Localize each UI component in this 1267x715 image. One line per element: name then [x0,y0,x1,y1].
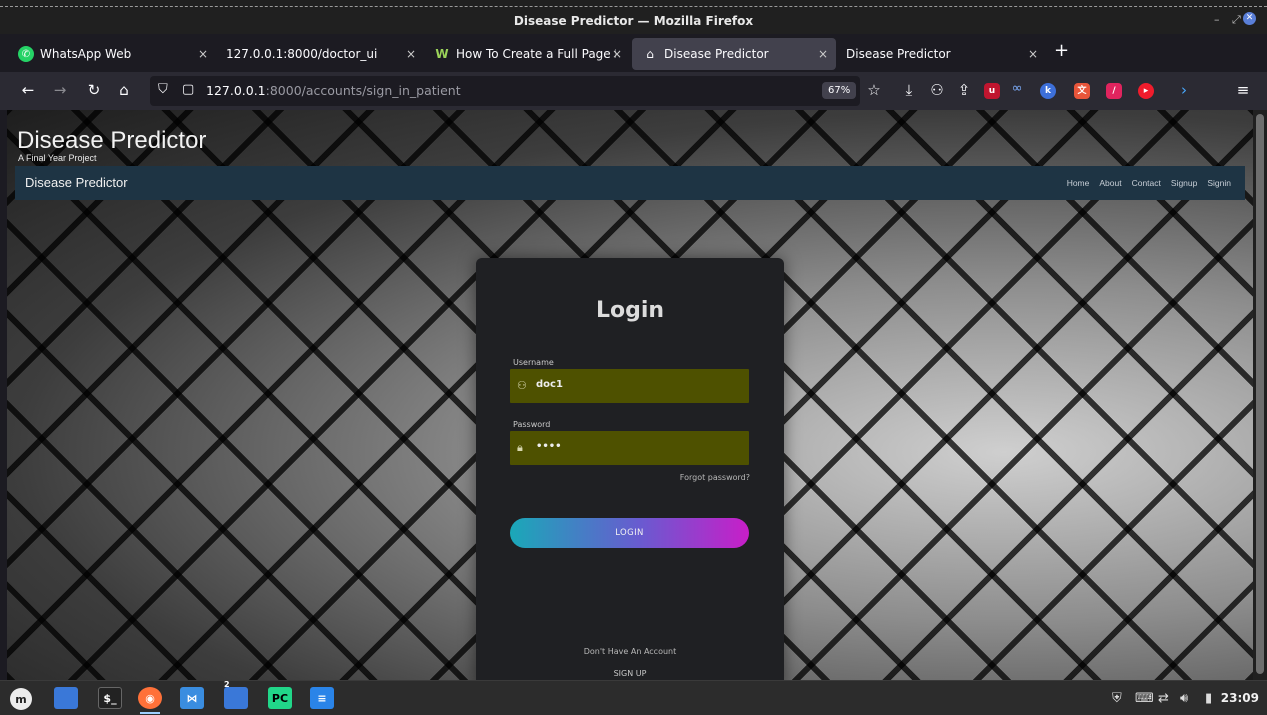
web-page: Disease Predictor A Final Year Project D… [7,110,1253,680]
zoom-indicator[interactable]: 67% [822,82,857,99]
volume-icon[interactable]: 🔊︎ [1180,691,1188,706]
terminal-icon[interactable]: $_ [98,687,122,709]
network-icon[interactable]: ⇄ [1158,691,1169,706]
site-navbar: Disease Predictor Home About Contact Sig… [15,166,1245,200]
password-value: •••• [536,441,562,452]
no-account-text: Don't Have An Account [583,647,677,656]
site-title: Disease Predictor [17,127,207,154]
navbar-links: Home About Contact Signup Signin [1067,178,1231,188]
tab-disease-predictor[interactable]: Disease Predictor × [836,38,1046,70]
firefox-icon[interactable]: ◉ [138,687,162,714]
update-shield-icon[interactable]: ⛨ [1112,691,1122,706]
forward-icon[interactable]: → [50,81,70,99]
account-icon[interactable]: ⚇ [927,81,947,99]
minimize-icon[interactable]: – [1214,13,1220,26]
password-label: Password [513,420,551,429]
youtube-extension-icon[interactable]: ▸ [1138,83,1154,99]
more-extensions-icon[interactable]: › [1174,81,1194,99]
taskbar: m $_ ◉ ⋈ 2 PC ≡ ⛨ ⌨ ⇄ 🔊︎ ▮ 23:09 [0,680,1267,715]
w-logo-icon: W [435,47,449,61]
tab-how-to-create[interactable]: W How To Create a Full Page I × [424,38,630,70]
battery-icon[interactable]: ▮ [1205,691,1212,706]
nav-link-signup[interactable]: Signup [1171,178,1197,188]
downloads-icon[interactable]: ⤓ [899,81,919,99]
scrollbar-thumb[interactable] [1256,114,1264,674]
home-icon: ⌂ [646,47,654,61]
username-value: doc1 [536,379,563,390]
sign-up-link[interactable]: SIGN UP [476,669,784,678]
reload-icon[interactable]: ↻ [84,81,104,99]
tab-disease-predictor-active[interactable]: ⌂ Disease Predictor × [632,38,836,70]
maximize-icon[interactable]: ⤢ [1232,13,1241,27]
translate-icon[interactable]: 文 [1074,83,1090,99]
keyboard-icon[interactable]: ⌨ [1135,691,1154,706]
login-heading: Login [595,298,665,323]
pycharm-icon[interactable]: PC [268,687,292,709]
address-host: 127.0.0.1 [206,83,266,98]
whatsapp-icon: ✆ [18,46,34,62]
home-icon[interactable]: ⌂ [114,81,134,99]
back-icon[interactable]: ← [18,81,38,99]
text-editor-icon[interactable]: ≡ [310,687,334,709]
mint-menu-icon[interactable]: m [10,688,32,710]
nav-link-about[interactable]: About [1099,178,1121,188]
glasses-extension-icon[interactable]: ∞ [1007,81,1027,96]
window-title: Disease Predictor — Mozilla Firefox [513,14,754,28]
tab-close-icon[interactable]: × [406,47,416,61]
address-text[interactable]: 127.0.0.1:8000/accounts/sign_in_patient [206,83,461,98]
nav-link-home[interactable]: Home [1067,178,1090,188]
tab-close-icon[interactable]: × [818,47,828,61]
navbar-brand[interactable]: Disease Predictor [25,175,128,190]
lock-icon: 🔒︎ [517,441,523,454]
user-icon: ⚇ [517,379,527,392]
tab-label: 127.0.0.1:8000/doctor_ui [226,47,378,61]
address-bar[interactable]: ⛉ ▢ 127.0.0.1:8000/accounts/sign_in_pati… [150,76,860,106]
tab-label: WhatsApp Web [40,47,132,61]
site-subtitle: A Final Year Project [18,153,97,163]
tab-label: Disease Predictor [846,47,951,61]
forgot-password-link[interactable]: Forgot password? [680,473,750,482]
clock[interactable]: 23:09 [1221,691,1259,705]
close-window-icon[interactable]: ✕ [1243,12,1256,25]
folder-icon[interactable]: 2 [224,680,248,709]
tab-label: How To Create a Full Page I [456,47,616,61]
workspace-badge: 2 [224,680,230,689]
vscode-icon[interactable]: ⋈ [180,687,204,709]
nav-link-contact[interactable]: Contact [1132,178,1161,188]
password-field[interactable]: 🔒︎ •••• [510,431,749,465]
address-path: :8000/accounts/sign_in_patient [265,83,461,98]
login-card: Login Username ⚇ doc1 Password 🔒︎ •••• F… [476,258,784,680]
tab-close-icon[interactable]: × [612,47,622,61]
screen-edge-line [0,6,1267,7]
menu-icon[interactable]: ≡ [1233,81,1253,99]
username-field[interactable]: ⚇ doc1 [510,369,749,403]
shield-icon[interactable]: ⛉ [158,82,168,97]
bookmark-star-icon[interactable]: ☆ [864,81,884,99]
tab-close-icon[interactable]: × [1028,47,1038,61]
page-scrollbar[interactable] [1253,110,1267,680]
tab-doctor-ui[interactable]: 127.0.0.1:8000/doctor_ui × [216,38,424,70]
pen-extension-icon[interactable]: / [1106,83,1122,99]
share-icon[interactable]: ⇪ [954,81,974,99]
nav-link-signin[interactable]: Signin [1207,178,1231,188]
tab-whatsapp[interactable]: ✆ WhatsApp Web × [8,38,216,70]
tab-close-icon[interactable]: × [198,47,208,61]
files-icon[interactable] [54,687,78,709]
navigation-toolbar: ← → ↻ ⌂ ⛉ ▢ 127.0.0.1:8000/accounts/sign… [0,72,1267,110]
tab-label: Disease Predictor [664,47,769,61]
cursor-extension-icon[interactable]: k [1040,83,1056,99]
username-label: Username [513,358,554,367]
window-titlebar: Disease Predictor — Mozilla Firefox – ⤢ … [0,0,1267,34]
ublock-icon[interactable]: u [984,83,1000,99]
login-button[interactable]: LOGIN [510,518,749,548]
page-icon[interactable]: ▢ [182,82,194,97]
new-tab-button[interactable]: + [1054,40,1069,61]
tab-strip: ✆ WhatsApp Web × 127.0.0.1:8000/doctor_u… [0,34,1267,72]
